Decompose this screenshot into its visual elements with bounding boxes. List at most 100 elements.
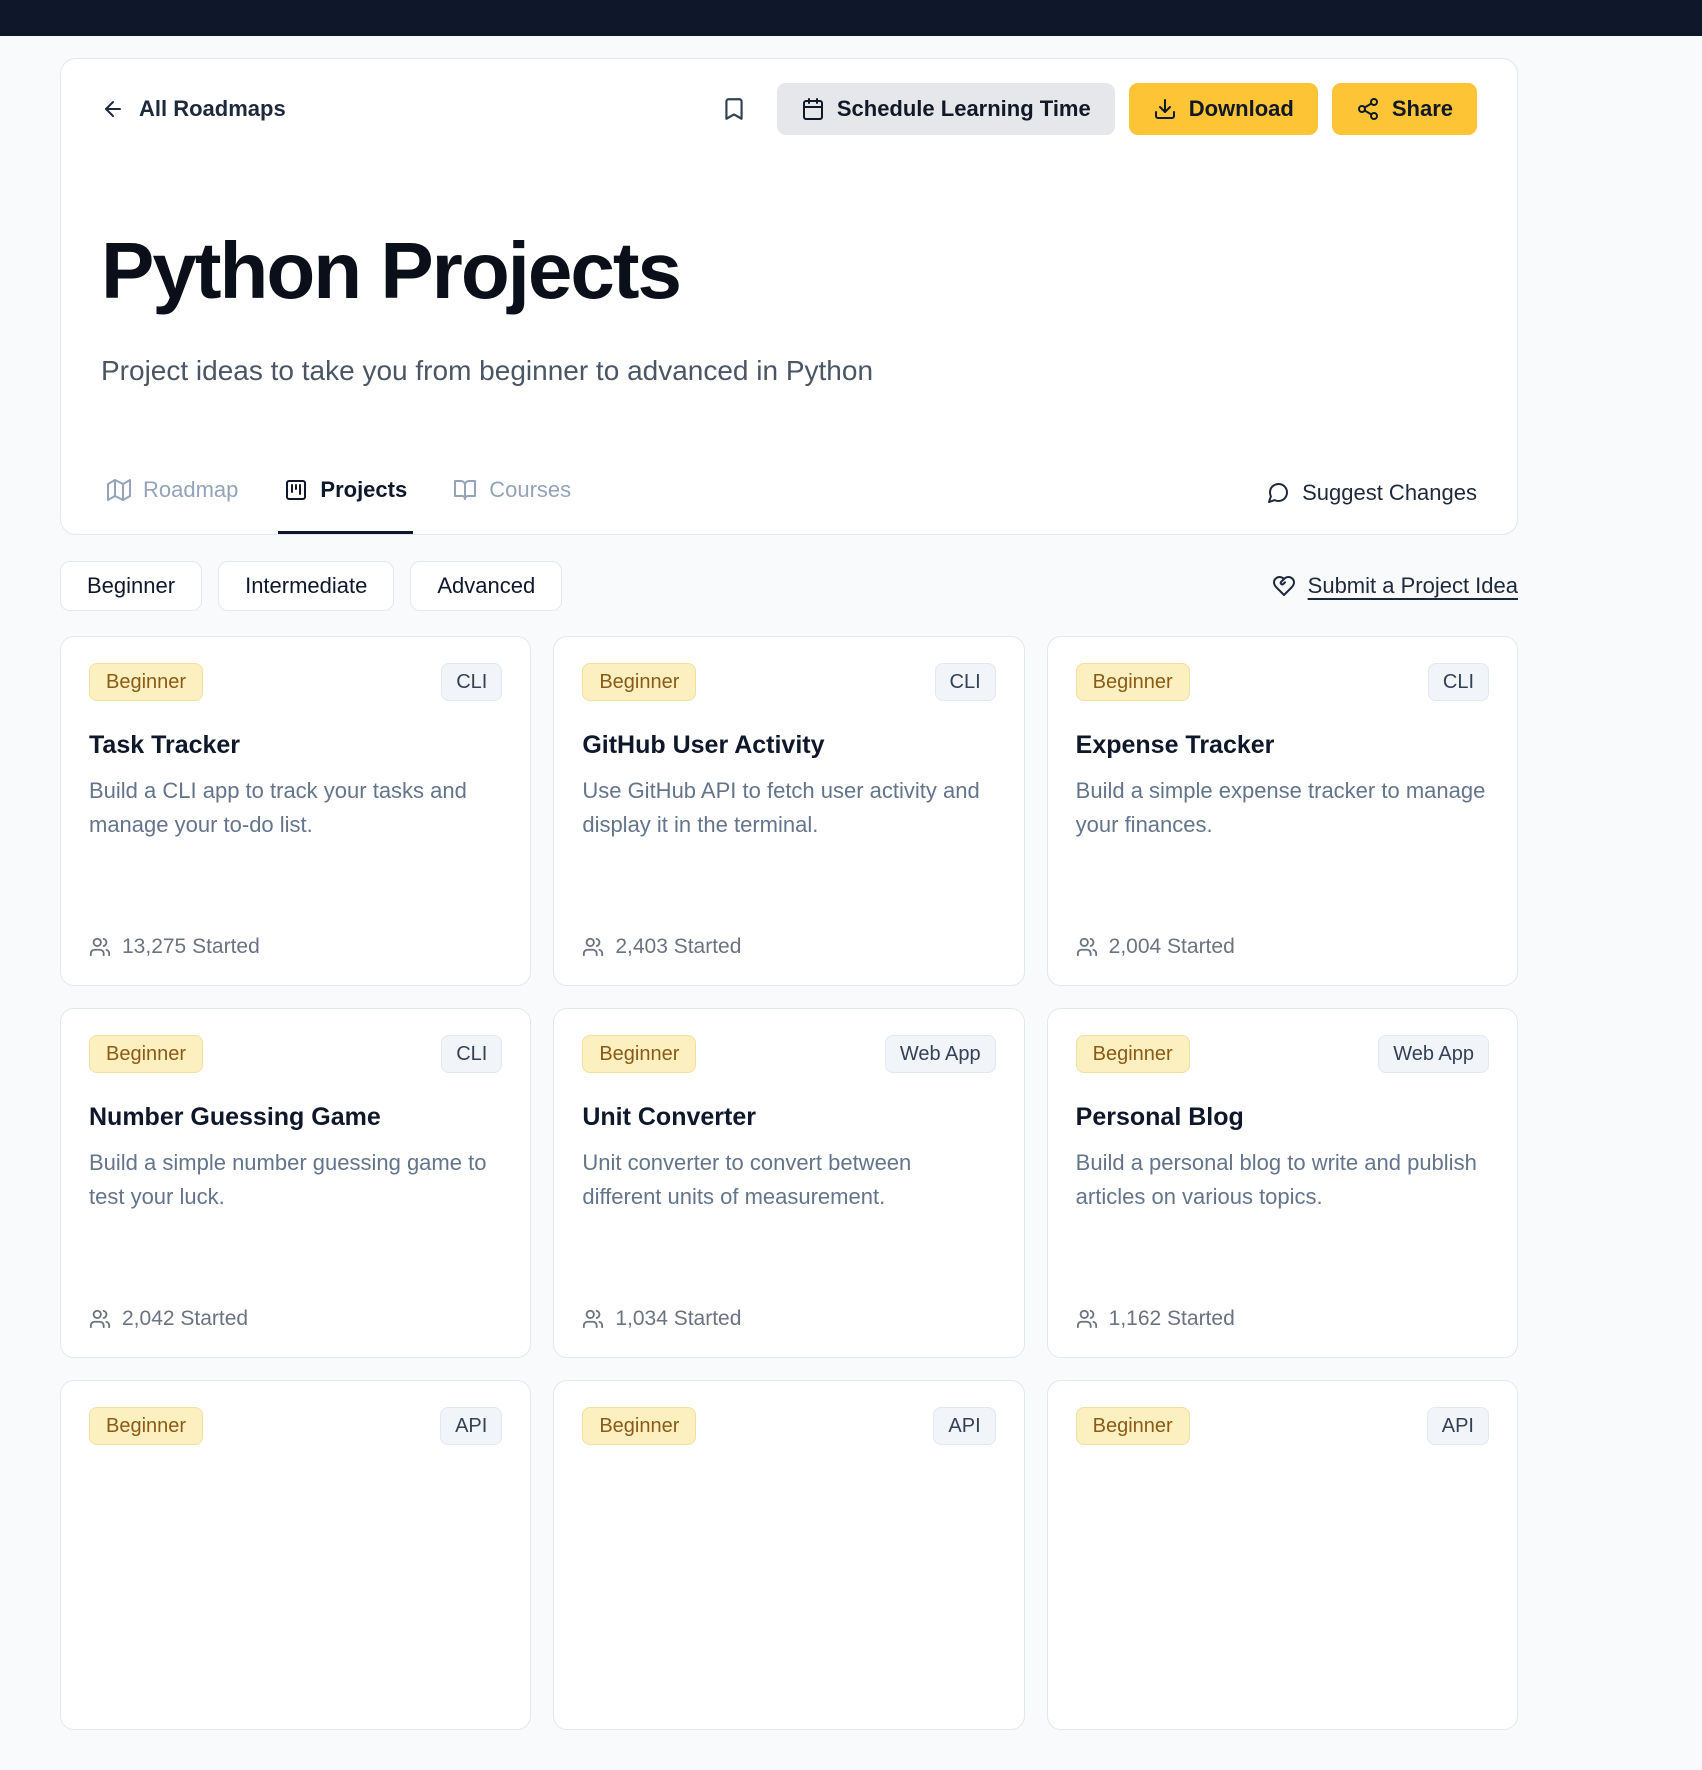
started-count: 1,162 Started xyxy=(1076,1307,1489,1331)
project-card-github-user-activity[interactable]: Beginner CLI GitHub User Activity Use Gi… xyxy=(553,636,1024,986)
started-count-label: 1,162 Started xyxy=(1109,1307,1235,1331)
started-count-label: 2,042 Started xyxy=(122,1307,248,1331)
suggest-changes-button[interactable]: Suggest Changes xyxy=(1266,480,1477,534)
page-subtitle: Project ideas to take you from beginner … xyxy=(101,355,1477,387)
tab-courses[interactable]: Courses xyxy=(447,477,577,534)
project-type-tag: API xyxy=(1427,1407,1489,1445)
started-count: 2,403 Started xyxy=(582,935,995,959)
project-card-expense-tracker[interactable]: Beginner CLI Expense Tracker Build a sim… xyxy=(1047,636,1518,986)
filter-intermediate[interactable]: Intermediate xyxy=(218,561,394,611)
started-count-label: 2,403 Started xyxy=(615,935,741,959)
project-type-tag: CLI xyxy=(935,663,996,701)
header-toolbar: All Roadmaps Schedule Learning Time Down… xyxy=(101,83,1477,135)
project-card-partial-1[interactable]: Beginner API xyxy=(60,1380,531,1730)
project-description: Build a simple expense tracker to manage… xyxy=(1076,774,1489,842)
project-title: Task Tracker xyxy=(89,731,502,760)
difficulty-badge: Beginner xyxy=(89,1035,203,1073)
project-description: Build a simple number guessing game to t… xyxy=(89,1146,502,1214)
difficulty-filter-row: Beginner Intermediate Advanced Submit a … xyxy=(60,561,1518,611)
started-count-label: 13,275 Started xyxy=(122,935,260,959)
project-title: GitHub User Activity xyxy=(582,731,995,760)
project-description: Unit converter to convert between differ… xyxy=(582,1146,995,1214)
download-button-label: Download xyxy=(1189,98,1294,120)
heart-hands-icon xyxy=(1272,574,1296,598)
bookmark-icon xyxy=(721,96,747,122)
tab-courses-label: Courses xyxy=(489,477,571,503)
tabs-row: Roadmap Projects Courses Suggest Changes xyxy=(101,477,1477,534)
schedule-button-label: Schedule Learning Time xyxy=(837,98,1091,120)
difficulty-badge: Beginner xyxy=(89,663,203,701)
card-header: Beginner API xyxy=(582,1407,995,1445)
share-button-label: Share xyxy=(1392,98,1453,120)
bookmark-button[interactable] xyxy=(721,96,747,122)
project-card-unit-converter[interactable]: Beginner Web App Unit Converter Unit con… xyxy=(553,1008,1024,1358)
roadmap-header-card: All Roadmaps Schedule Learning Time Down… xyxy=(60,58,1518,535)
submit-project-idea-link[interactable]: Submit a Project Idea xyxy=(1272,573,1518,599)
started-count: 1,034 Started xyxy=(582,1307,995,1331)
project-card-task-tracker[interactable]: Beginner CLI Task Tracker Build a CLI ap… xyxy=(60,636,531,986)
card-header: Beginner API xyxy=(1076,1407,1489,1445)
kanban-square-icon xyxy=(284,478,308,502)
project-type-tag: CLI xyxy=(441,663,502,701)
tab-roadmap-label: Roadmap xyxy=(143,477,238,503)
project-description: Use GitHub API to fetch user activity an… xyxy=(582,774,995,842)
filter-advanced[interactable]: Advanced xyxy=(410,561,562,611)
difficulty-badge: Beginner xyxy=(582,1035,696,1073)
project-card-partial-2[interactable]: Beginner API xyxy=(553,1380,1024,1730)
download-icon xyxy=(1153,97,1177,121)
page-container: All Roadmaps Schedule Learning Time Down… xyxy=(60,58,1518,1770)
download-button[interactable]: Download xyxy=(1129,83,1318,135)
started-count: 2,042 Started xyxy=(89,1307,502,1331)
tab-projects[interactable]: Projects xyxy=(278,477,413,534)
users-icon xyxy=(582,936,604,958)
project-title: Unit Converter xyxy=(582,1103,995,1132)
project-type-tag: API xyxy=(933,1407,995,1445)
difficulty-badge: Beginner xyxy=(1076,1035,1190,1073)
difficulty-badge: Beginner xyxy=(1076,663,1190,701)
card-header: Beginner Web App xyxy=(1076,1035,1489,1073)
card-header: Beginner CLI xyxy=(1076,663,1489,701)
users-icon xyxy=(1076,936,1098,958)
users-icon xyxy=(89,936,111,958)
card-header: Beginner CLI xyxy=(89,663,502,701)
project-title: Expense Tracker xyxy=(1076,731,1489,760)
difficulty-badge: Beginner xyxy=(89,1407,203,1445)
card-header: Beginner Web App xyxy=(582,1035,995,1073)
schedule-learning-time-button[interactable]: Schedule Learning Time xyxy=(777,83,1115,135)
header-actions: Schedule Learning Time Download Share xyxy=(721,83,1477,135)
project-type-tag: Web App xyxy=(885,1035,996,1073)
submit-project-idea-label: Submit a Project Idea xyxy=(1308,573,1518,599)
arrow-left-icon xyxy=(101,97,125,121)
tab-roadmap[interactable]: Roadmap xyxy=(101,477,244,534)
map-icon xyxy=(107,478,131,502)
top-navigation-bar xyxy=(0,0,1702,36)
suggest-changes-label: Suggest Changes xyxy=(1302,480,1477,506)
share-button[interactable]: Share xyxy=(1332,83,1477,135)
project-card-partial-3[interactable]: Beginner API xyxy=(1047,1380,1518,1730)
started-count: 2,004 Started xyxy=(1076,935,1489,959)
difficulty-badge: Beginner xyxy=(1076,1407,1190,1445)
project-card-number-guessing-game[interactable]: Beginner CLI Number Guessing Game Build … xyxy=(60,1008,531,1358)
book-open-icon xyxy=(453,478,477,502)
started-count-label: 2,004 Started xyxy=(1109,935,1235,959)
back-to-all-roadmaps-link[interactable]: All Roadmaps xyxy=(101,96,286,122)
users-icon xyxy=(582,1308,604,1330)
project-description: Build a personal blog to write and publi… xyxy=(1076,1146,1489,1214)
project-type-tag: CLI xyxy=(441,1035,502,1073)
card-header: Beginner CLI xyxy=(582,663,995,701)
filter-beginner[interactable]: Beginner xyxy=(60,561,202,611)
card-header: Beginner CLI xyxy=(89,1035,502,1073)
page-title: Python Projects xyxy=(101,231,1477,311)
users-icon xyxy=(1076,1308,1098,1330)
message-bubble-icon xyxy=(1266,481,1290,505)
share-icon xyxy=(1356,97,1380,121)
project-description: Build a CLI app to track your tasks and … xyxy=(89,774,502,842)
project-title: Number Guessing Game xyxy=(89,1103,502,1132)
calendar-icon xyxy=(801,97,825,121)
project-title: Personal Blog xyxy=(1076,1103,1489,1132)
users-icon xyxy=(89,1308,111,1330)
project-card-personal-blog[interactable]: Beginner Web App Personal Blog Build a p… xyxy=(1047,1008,1518,1358)
difficulty-badge: Beginner xyxy=(582,1407,696,1445)
projects-grid: Beginner CLI Task Tracker Build a CLI ap… xyxy=(60,636,1518,1770)
tab-projects-label: Projects xyxy=(320,477,407,503)
